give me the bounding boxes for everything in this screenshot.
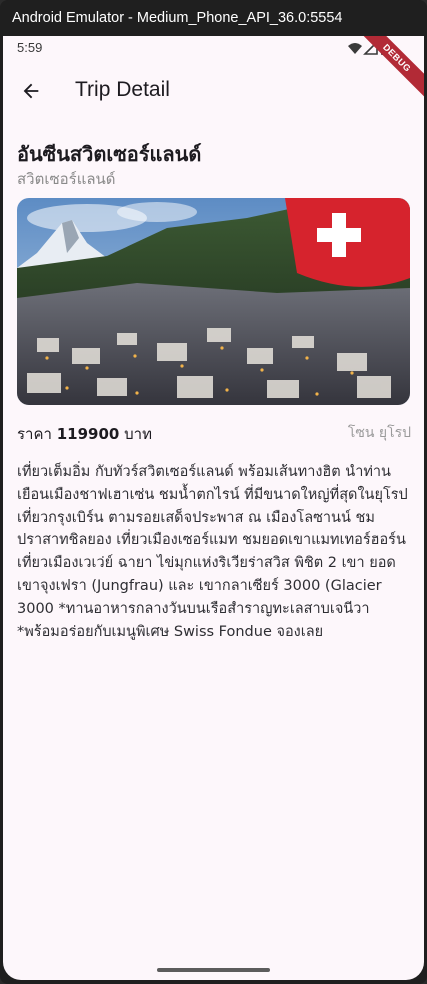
back-button[interactable] [15,75,47,107]
price-unit: บาท [124,425,152,443]
wifi-icon [348,43,362,54]
app-bar: Trip Detail [3,66,424,118]
price-label: ราคา [17,425,52,443]
trip-detail: อันซีนสวิตเซอร์แลนด์ สวิตเซอร์แลนด์ ราคา… [17,140,411,643]
trip-description: เที่ยวเต็มอิ่ม กับทัวร์สวิตเซอร์แลนด์ พร… [17,464,408,640]
trip-photo [17,198,410,405]
trip-country: สวิตเซอร์แลนด์ [17,170,116,188]
price: ราคา 119900 บาท [17,422,152,446]
price-value: 119900 [56,425,120,443]
phone-screen: 5:59 DEBUG Trip Detail อันซีนสวิตเซอร์แล… [3,36,424,980]
status-time: 5:59 [17,40,43,55]
home-indicator[interactable] [157,968,270,972]
window-title: Android Emulator - Medium_Phone_API_36.0… [0,0,427,36]
trip-title: อันซีนสวิตเซอร์แลนด์ [17,142,202,166]
arrow-back-icon [23,83,39,99]
emulator-window: Android Emulator - Medium_Phone_API_36.0… [0,0,427,984]
status-bar: 5:59 DEBUG [3,36,424,103]
price-row: ราคา 119900 บาท โซน ยุโรป [17,422,411,446]
page-title: Trip Detail [75,78,170,101]
swiss-flag [285,198,410,287]
trip-zone: โซน ยุโรป [347,425,411,441]
